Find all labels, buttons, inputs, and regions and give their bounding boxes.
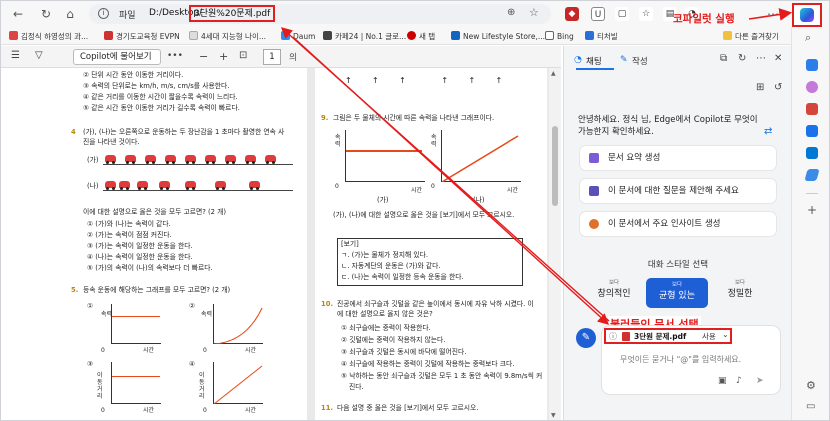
arrow-to-copilot-button — [748, 8, 793, 21]
arrow-to-document-chip — [292, 36, 610, 325]
annotation-arrows — [280, 8, 793, 325]
screenshot: ← ↻ ⌂ i 파일 D:/Desktop/ 3단원%20문제.pdf ⊕ ☆ … — [0, 0, 830, 421]
